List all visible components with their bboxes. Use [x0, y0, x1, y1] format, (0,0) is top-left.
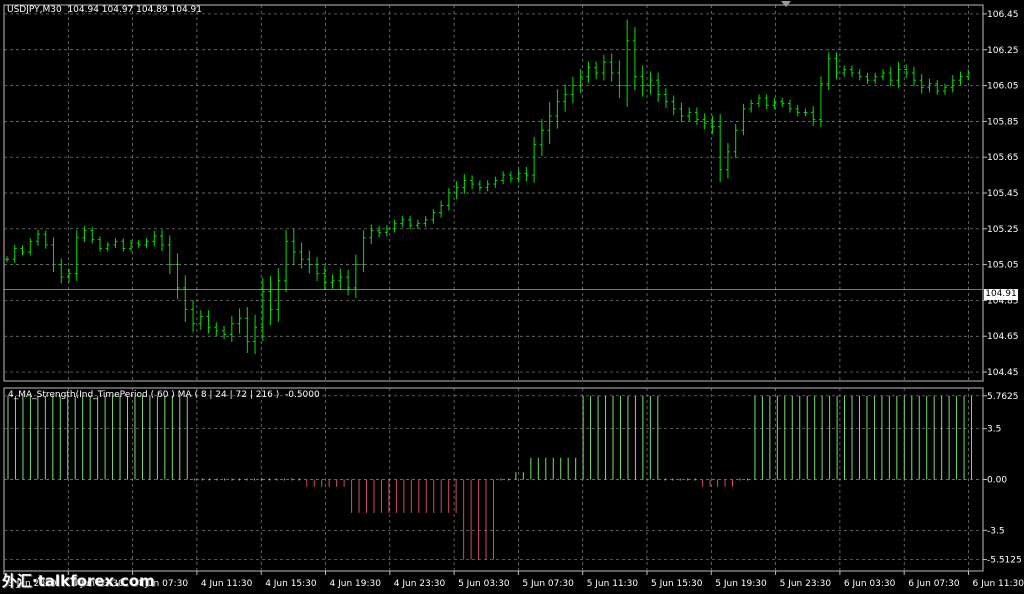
time-axis-label: 4 Jun 19:30	[330, 579, 382, 589]
time-axis-label: 5 Jun 03:30	[458, 579, 510, 589]
time-axis-label: 5 Jun 07:30	[522, 579, 574, 589]
price-axis-label: 105.85	[987, 117, 1019, 127]
price-axis-label: 105.45	[987, 189, 1019, 199]
time-axis-label: 4 Jun 11:30	[201, 579, 253, 589]
price-axis-label: 105.05	[987, 261, 1019, 271]
indicator-axis-label: 3.5	[987, 425, 1001, 435]
ohlc-readout: 104.94 104.97 104.89 104.91	[67, 5, 202, 15]
chart-shift-marker	[781, 1, 791, 7]
time-axis-label: 4 Jun 23:30	[394, 579, 446, 589]
time-axis-label: 5 Jun 23:30	[780, 579, 832, 589]
price-chart[interactable]: 106.45 106.25 106.05 105.85 105.65 105.45 105.…	[0, 0, 1024, 594]
time-axis-label: 5 Jun 11:30	[587, 579, 639, 589]
time-axis-label: 5 Jun 19:30	[715, 579, 767, 589]
indicator-axis-label: -3.5	[987, 526, 1005, 536]
current-price-tag: 104.91	[984, 289, 1018, 300]
symbol-label: USDJPY,M30	[7, 5, 62, 15]
indicator-axis-label: 0.00	[987, 476, 1007, 486]
watermark: 外汇·talkforex.com	[2, 572, 155, 590]
price-axis-label: 104.65	[987, 332, 1019, 342]
time-axis-label: 6 Jun 07:30	[908, 579, 960, 589]
indicator-title: 4_MA_Strength(Ind_TimePeriod ( 60 ) MA (…	[8, 390, 320, 400]
price-axis-label: 106.25	[987, 46, 1019, 56]
time-axis-label: 6 Jun 11:30	[973, 579, 1024, 589]
price-axis-label: 106.45	[987, 10, 1019, 20]
price-axis-label: 105.65	[987, 153, 1019, 163]
symbol-header: USDJPY,M30 104.94 104.97 104.89 104.91	[7, 5, 202, 15]
time-axis-label: 6 Jun 03:30	[844, 579, 896, 589]
time-axis-label: 4 Jun 15:30	[265, 579, 317, 589]
chart-window[interactable]: 106.45 106.25 106.05 105.85 105.65 105.45 105.…	[0, 0, 1024, 594]
indicator-axis-label: -5.5125	[987, 556, 1022, 566]
indicator-axis-label: 5.7625	[987, 392, 1019, 402]
price-axis-label: 105.25	[987, 225, 1019, 235]
time-axis-label: 5 Jun 15:30	[651, 579, 703, 589]
price-axis-label: 104.45	[987, 368, 1019, 378]
price-axis-label: 106.05	[987, 82, 1019, 92]
